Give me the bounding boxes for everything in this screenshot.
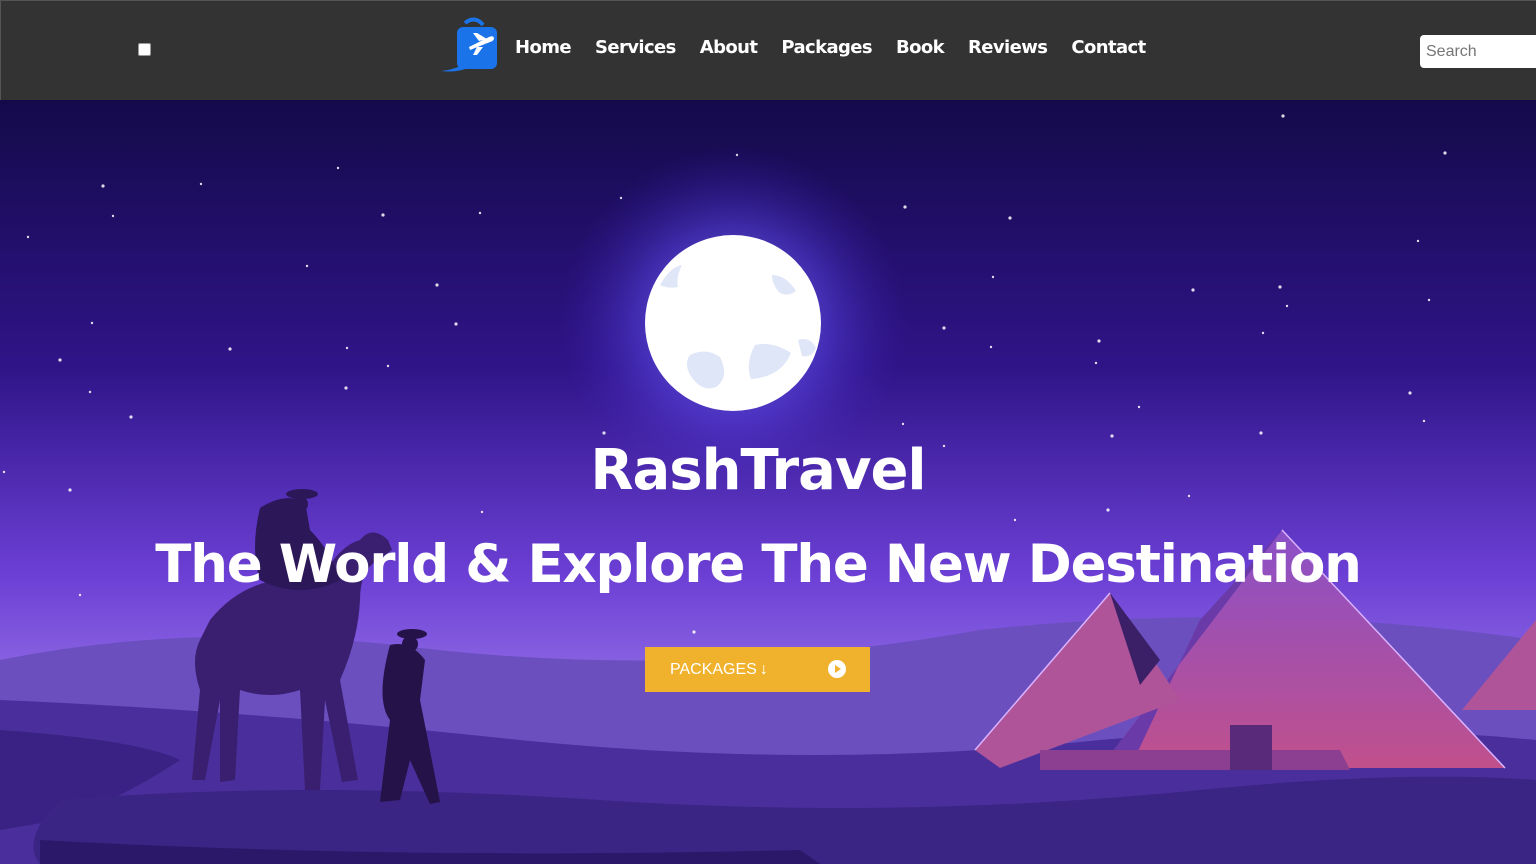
navbar: Home Services About Packages Book Review… — [0, 0, 1536, 100]
hero-tagline: The World & Explore The New Destination — [155, 534, 1362, 595]
nav-link-book[interactable]: Book — [896, 37, 945, 58]
nav-links: Home Services About Packages Book Review… — [515, 37, 1170, 58]
nav-link-contact[interactable]: Contact — [1071, 37, 1146, 58]
nav-link-about[interactable]: About — [700, 37, 758, 58]
nav-link-home[interactable]: Home — [515, 37, 572, 58]
arrow-down-icon: ↓ — [759, 660, 768, 678]
nav-link-services[interactable]: Services — [595, 37, 676, 58]
travel-bag-plane-icon[interactable] — [439, 15, 501, 75]
hero-section: RashTravel The World & Explore The New D… — [0, 100, 1536, 864]
packages-button[interactable]: PACKAGES ↓ — [645, 647, 870, 692]
search-input[interactable] — [1420, 35, 1536, 68]
nav-link-packages[interactable]: Packages — [781, 37, 872, 58]
packages-button-label: PACKAGES — [670, 660, 757, 678]
hero-brand-title: RashTravel — [590, 438, 926, 503]
play-circle-icon[interactable] — [828, 660, 846, 678]
menu-toggle-checkbox[interactable] — [138, 43, 151, 56]
nav-link-reviews[interactable]: Reviews — [968, 37, 1048, 58]
